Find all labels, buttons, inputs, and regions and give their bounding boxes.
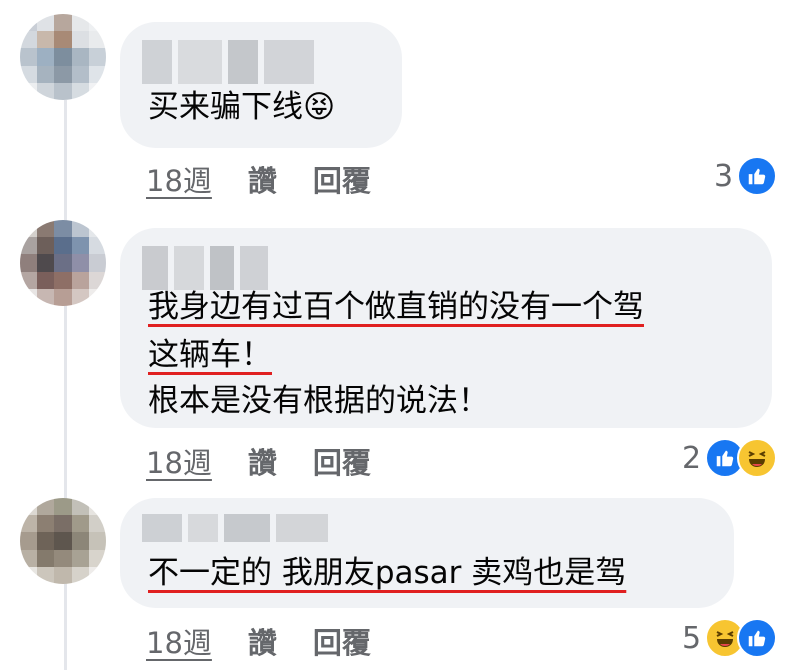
comment-timestamp[interactable]: 18週	[146, 440, 212, 482]
comment-text-line: 不一定的 我朋友pasar 卖鸡也是驾	[148, 550, 626, 596]
comment-actions: 18週 讚 回覆	[146, 440, 371, 482]
like-icon	[737, 156, 778, 196]
comment-text: 买来骗下线😝	[148, 89, 336, 125]
comment-bubble: 买来骗下线😝	[120, 22, 402, 148]
reply-button[interactable]: 回覆	[313, 158, 371, 200]
comment-actions: 18週 讚 回覆	[146, 158, 371, 200]
comment-actions: 18週 讚 回覆	[146, 620, 371, 662]
reaction-summary[interactable]: 5	[682, 618, 778, 658]
comment-text-line: 我身边有过百个做直销的没有一个驾	[148, 284, 644, 330]
reaction-summary[interactable]: 2	[682, 438, 778, 478]
avatar[interactable]	[20, 14, 106, 100]
reply-button[interactable]: 回覆	[313, 620, 371, 662]
comment-bubble: 不一定的 我朋友pasar 卖鸡也是驾	[120, 498, 734, 608]
like-button[interactable]: 讚	[248, 440, 277, 482]
comment-timestamp[interactable]: 18週	[146, 158, 212, 200]
comment-text-line: 这辆车！	[148, 332, 272, 378]
avatar[interactable]	[20, 498, 106, 584]
reaction-count: 3	[714, 158, 734, 194]
comment-text-line-1: 我身边有过百个做直销的没有一个驾	[148, 289, 644, 325]
haha-icon	[737, 438, 778, 478]
comment-text-line-1: 不一定的 我朋友pasar 卖鸡也是驾	[148, 555, 627, 591]
like-button[interactable]: 讚	[248, 620, 277, 662]
avatar[interactable]	[20, 220, 106, 306]
reaction-summary[interactable]: 3	[714, 156, 778, 196]
like-button[interactable]: 讚	[248, 158, 277, 200]
reaction-count: 5	[682, 620, 702, 656]
comment-text-line-2: 这辆车！	[148, 337, 272, 373]
reaction-count: 2	[682, 440, 702, 476]
commenter-name-blurred[interactable]	[142, 514, 328, 542]
comment-bubble: 我身边有过百个做直销的没有一个驾 这辆车！ 根本是没有根据的说法！	[120, 228, 772, 428]
commenter-name-blurred[interactable]	[142, 40, 314, 84]
thread-line	[64, 100, 67, 670]
reply-button[interactable]: 回覆	[313, 440, 371, 482]
comment-text-line-3: 根本是没有根据的说法！	[148, 383, 489, 419]
like-icon	[737, 618, 778, 658]
comment-timestamp[interactable]: 18週	[146, 620, 212, 662]
